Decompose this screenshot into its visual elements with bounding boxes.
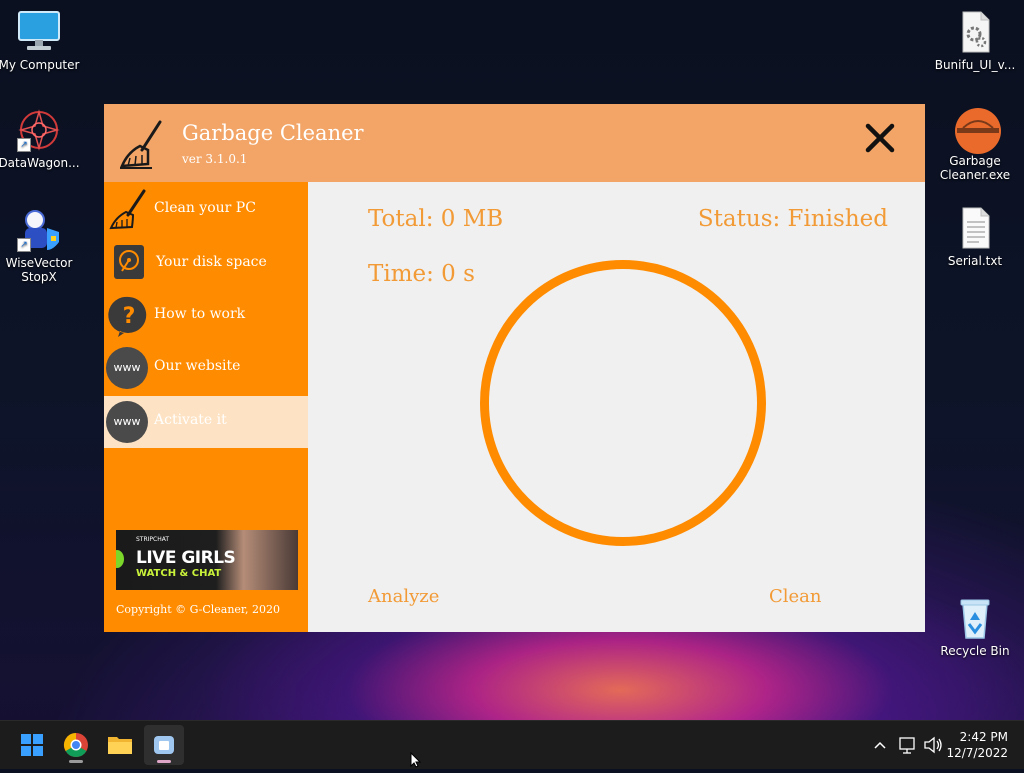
running-indicator [69,760,83,763]
show-hidden-icons-button[interactable] [870,721,890,769]
sidebar-item-how-to-work[interactable]: ? How to work [104,290,308,342]
sidebar: Clean your PC Your disk space ? How to w… [104,182,308,632]
desktop-icon-label: My Computer [0,58,80,72]
analyze-button[interactable]: Analyze [368,586,439,607]
start-button[interactable] [12,725,52,765]
desktop-icon-label: Recycle Bin [940,644,1010,658]
recycle-bin-icon [953,596,997,640]
desktop-icon-label: DataWagon... [0,156,80,170]
www-icon: www [106,401,148,443]
app-window-icon [154,736,174,754]
sidebar-item-label: Clean your PC [154,200,256,216]
taskbar: 2:42 PM 12/7/2022 [0,720,1024,769]
wisevector-icon: ↗ [17,208,61,252]
ad-dot [116,550,124,568]
desktop-icon-my-computer[interactable]: My Computer [0,10,81,72]
main-panel: Total: 0 MB Status: Finished Time: 0 s A… [308,182,925,632]
garbage-cleaner-app-icon [953,106,1001,154]
mouse-cursor-icon [410,752,422,768]
total-size-text: Total: 0 MB [368,206,504,232]
windows-icon [21,734,43,756]
speaker-icon [924,736,942,754]
desktop-icon-label: WiseVector StopX [5,256,73,284]
broom-icon [108,189,150,231]
garbage-cleaner-window: Garbage Cleaner ver 3.1.0.1 Clean your P… [104,104,925,632]
network-button[interactable] [896,721,918,769]
desktop-icon-recycle-bin[interactable]: Recycle Bin [933,596,1017,658]
svg-text:?: ? [123,304,136,329]
chevron-up-icon [874,741,886,749]
sidebar-item-our-website[interactable]: www Our website [104,342,308,394]
ad-brand: STRIPCHAT [136,536,170,543]
close-icon [865,123,895,153]
shortcut-arrow-icon: ↗ [17,238,31,252]
text-file-icon [953,206,997,250]
desktop-icon-bunifu[interactable]: Bunifu_UI_v... [933,10,1017,72]
sidebar-item-label: How to work [154,306,246,322]
close-button[interactable] [862,120,898,156]
sidebar-item-disk-space[interactable]: Your disk space [104,238,308,290]
ad-headline: LIVE GIRLS [136,548,236,568]
clean-button[interactable]: Clean [769,586,822,607]
desktop-icon-label: Garbage Cleaner.exe [939,154,1011,182]
app-title: Garbage Cleaner [182,121,364,145]
clock-date: 12/7/2022 [946,746,1008,760]
volume-button[interactable] [922,721,944,769]
desktop-icon-datawagon[interactable]: ↗ DataWagon... [0,108,81,170]
desktop-icon-label: Bunifu_UI_v... [934,58,1016,72]
disk-icon [112,243,154,285]
status-text: Status: Finished [697,206,888,232]
sidebar-item-clean-your-pc[interactable]: Clean your PC [104,184,308,236]
sidebar-item-activate-it[interactable]: www Activate it [104,396,308,448]
desktop-icon-garbage-cleaner[interactable]: Garbage Cleaner.exe [933,106,1017,182]
question-icon: ? [108,295,150,337]
running-indicator [157,760,171,763]
system-clock[interactable]: 2:42 PM 12/7/2022 [946,729,1008,761]
folder-icon [108,737,132,754]
clock-time: 2:42 PM [959,730,1008,744]
settings-file-icon [953,10,997,54]
broom-icon [118,118,168,170]
sidebar-item-label: Activate it [154,412,227,428]
ad-subline: WATCH & CHAT [136,568,222,579]
app-version: ver 3.1.0.1 [182,152,248,166]
www-icon: www [106,347,148,389]
time-text: Time: 0 s [368,261,475,287]
chrome-taskbar-button[interactable] [56,725,96,765]
file-explorer-taskbar-button[interactable] [100,725,140,765]
network-icon [899,737,915,754]
shortcut-arrow-icon: ↗ [17,138,31,152]
title-bar[interactable]: Garbage Cleaner ver 3.1.0.1 [104,104,925,182]
sidebar-item-label: Our website [154,358,241,374]
desktop-icon-wisevector[interactable]: ↗ WiseVector StopX [0,208,81,284]
desktop-icon-label: Serial.txt [947,254,1003,268]
desktop-icon-serial-txt[interactable]: Serial.txt [933,206,1017,268]
ad-banner[interactable]: STRIPCHAT LIVE GIRLS WATCH & CHAT [116,530,298,590]
datawagon-icon: ↗ [17,108,61,152]
progress-ring [480,260,766,546]
chrome-icon [63,733,88,758]
copyright-text: Copyright © G-Cleaner, 2020 [116,603,280,616]
monitor-icon [17,10,61,54]
garbage-cleaner-taskbar-button[interactable] [144,725,184,765]
sidebar-item-label: Your disk space [156,254,267,270]
